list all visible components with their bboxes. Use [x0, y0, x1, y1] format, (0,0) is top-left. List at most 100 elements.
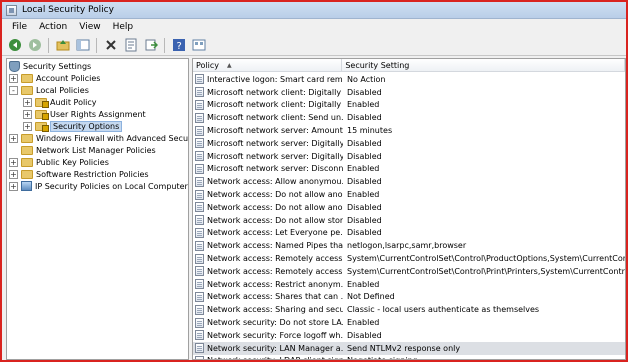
tree-item-local-policies[interactable]: - Local Policies [9, 84, 89, 96]
column-header-security-setting[interactable]: Security Setting [342, 59, 625, 72]
shield-icon [9, 60, 20, 72]
table-row[interactable]: Network access: Restrict anonym... Enable… [193, 278, 625, 291]
security-setting-value: Disabled [347, 202, 382, 212]
table-header: Policy ▲ Security Setting [193, 59, 625, 72]
table-row[interactable]: Network access: Remotely accessi... Syste… [193, 252, 625, 265]
tree-item-user-rights-assignment[interactable]: + User Rights Assignment [23, 108, 146, 120]
policy-cell: Microsoft network server: Disconn... [193, 163, 343, 174]
policy-icon [195, 330, 204, 341]
expand-icon[interactable]: + [23, 109, 32, 119]
folder-icon [21, 73, 33, 83]
tree-item-label: Windows Firewall with Advanced Security [36, 133, 189, 143]
policy-icon [195, 112, 204, 123]
main-window: Local Security Policy File Action View H… [0, 0, 628, 362]
expand-icon[interactable]: + [23, 121, 32, 131]
table-row[interactable]: Interactive logon: Smart card rem... No A… [193, 73, 625, 86]
policy-name: Microsoft network server: Digitally... [207, 151, 343, 161]
policy-cell: Microsoft network client: Digitally ... [193, 99, 343, 110]
menu-view[interactable]: View [73, 22, 106, 32]
table-row[interactable]: Network access: Remotely accessi... Syste… [193, 265, 626, 278]
tree-item-label: Software Restriction Policies [36, 169, 149, 179]
table-row[interactable]: Microsoft network server: Disconn... Enab… [193, 163, 625, 176]
table-row[interactable]: Microsoft network server: Digitally... Di… [193, 150, 625, 163]
table-row[interactable]: Network access: Allow anonymou... Disable… [193, 175, 625, 188]
table-row[interactable]: Microsoft network server: Digitally... Di… [193, 137, 625, 150]
table-row[interactable]: Network access: Named Pipes tha... netlog… [193, 239, 625, 252]
column-header-policy[interactable]: Policy ▲ [193, 59, 343, 72]
title-bar: Local Security Policy [2, 2, 626, 19]
table-row[interactable]: Network security: LAN Manager a... Send N… [193, 341, 625, 355]
table-row[interactable]: Network access: Shares that can ... Not D… [193, 291, 625, 304]
tree-item-security-settings[interactable]: Security Settings [9, 60, 91, 72]
forward-icon[interactable] [26, 37, 43, 53]
menu-file[interactable]: File [6, 22, 33, 32]
folder-icon [21, 133, 33, 143]
tree-item-public-key-policies[interactable]: + Public Key Policies [9, 156, 109, 168]
table-row[interactable]: Microsoft network client: Digitally ... D… [193, 86, 625, 99]
policy-icon [195, 125, 204, 136]
up-folder-icon[interactable] [54, 37, 71, 53]
tree-item-audit-policy[interactable]: + Audit Policy [23, 96, 97, 108]
policy-cell: Network access: Do not allow stor... [193, 215, 343, 226]
properties-icon[interactable] [122, 37, 139, 53]
expand-icon[interactable]: + [23, 97, 32, 107]
help-icon[interactable]: ? [170, 37, 187, 53]
policy-cell: Network security: LDAP client sign... [193, 355, 343, 359]
tree-item-account-policies[interactable]: + Account Policies [9, 72, 100, 84]
tree-item-ip-security[interactable]: + IP Security Policies on Local Computer [9, 180, 188, 192]
policy-name: Network access: Remotely accessi... [207, 266, 343, 276]
delete-icon[interactable] [102, 37, 119, 53]
export-list-icon[interactable] [142, 37, 159, 53]
table-row[interactable]: Network access: Do not allow stor... Disa… [193, 214, 625, 227]
collapse-icon[interactable]: - [9, 85, 18, 95]
tree-item-label: Security Options [50, 120, 123, 132]
security-setting-value: Disabled [347, 151, 382, 161]
table-row[interactable]: Microsoft network server: Amount... 15 mi… [193, 124, 625, 137]
security-setting-value: Not Defined [347, 292, 395, 302]
tree-item-security-options[interactable]: + Security Options [23, 120, 123, 132]
menu-help[interactable]: Help [107, 22, 140, 32]
expand-icon[interactable]: + [9, 73, 18, 83]
back-icon[interactable] [6, 37, 23, 53]
show-hide-tree-icon[interactable] [74, 37, 91, 53]
security-setting-value: 15 minutes [347, 126, 393, 136]
policy-icon [195, 74, 204, 85]
expand-icon[interactable]: + [9, 133, 18, 143]
tree-item-label: Audit Policy [50, 97, 97, 107]
table-row[interactable]: Network access: Sharing and secu... Class… [193, 303, 625, 316]
policy-name: Network access: Let Everyone pe... [207, 228, 343, 238]
expand-icon[interactable]: + [9, 169, 18, 179]
policy-cell: Microsoft network client: Digitally ... [193, 87, 343, 98]
table-row[interactable]: Network access: Do not allow ano... Disab… [193, 201, 625, 214]
table-row[interactable]: Network access: Let Everyone pe... Disabl… [193, 227, 625, 240]
tree-item-label: Network List Manager Policies [36, 145, 156, 155]
security-setting-value: System\CurrentControlSet\Control\Print\P… [347, 266, 626, 276]
expand-icon[interactable]: + [9, 181, 18, 191]
policy-cell: Network access: Sharing and secu... [193, 304, 343, 315]
policy-icon [195, 227, 204, 238]
table-row[interactable]: Microsoft network client: Send un... Disa… [193, 111, 625, 124]
tree-item-windows-firewall[interactable]: + Windows Firewall with Advanced Securit… [9, 132, 189, 144]
table-row[interactable]: Network access: Do not allow ano... Enabl… [193, 188, 625, 201]
policy-name: Network access: Restrict anonym... [207, 279, 343, 289]
tree-item-network-list-manager[interactable]: Network List Manager Policies [21, 144, 156, 156]
policy-icon [195, 291, 204, 302]
view-icon[interactable] [190, 37, 207, 53]
security-setting-value: Enabled [347, 100, 380, 110]
expand-icon[interactable]: + [9, 157, 18, 167]
menu-action[interactable]: Action [33, 22, 73, 32]
policy-icon [195, 253, 204, 264]
policy-icon [195, 189, 204, 200]
tree-item-label: Security Settings [23, 61, 92, 71]
navigation-tree: Security Settings + Account Policies - L… [6, 58, 189, 360]
table-row[interactable]: Network security: LDAP client sign...Neg… [193, 355, 625, 359]
table-row[interactable]: Network security: Force logoff wh... Disa… [193, 329, 625, 342]
table-row[interactable]: Network security: Do not store LA... Enab… [193, 316, 625, 329]
table-row[interactable]: Microsoft network client: Digitally ... E… [193, 99, 625, 112]
policy-name: Microsoft network server: Digitally... [207, 138, 343, 148]
security-setting-value: Enabled [347, 318, 380, 328]
tree-item-software-restriction[interactable]: + Software Restriction Policies [9, 168, 149, 180]
policy-name: Network access: Remotely accessi... [207, 254, 343, 264]
security-setting-value: Disabled [347, 330, 382, 340]
policy-cell: Microsoft network server: Digitally... [193, 138, 343, 149]
